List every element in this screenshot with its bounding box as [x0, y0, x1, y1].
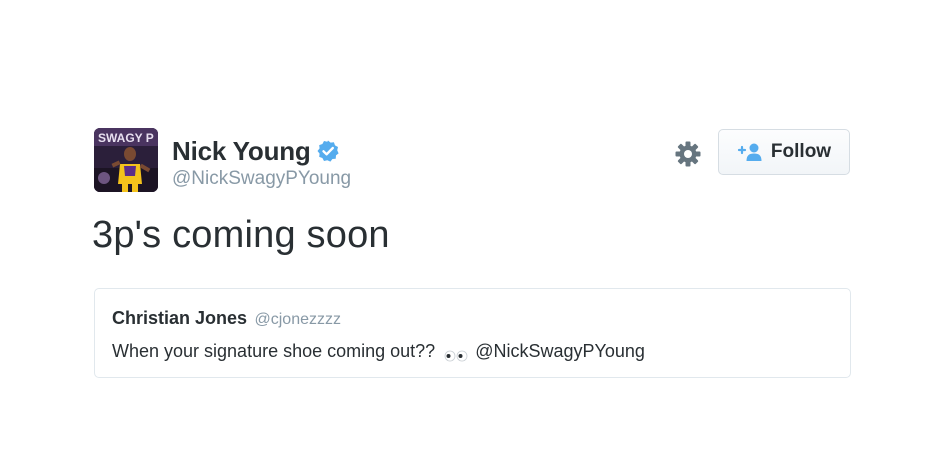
verified-badge-icon [316, 139, 340, 163]
avatar-photo: SWAGY P [94, 128, 158, 192]
quoted-mention[interactable]: @NickSwagyPYoung [475, 341, 645, 362]
quoted-text: When your signature shoe coming out?? [112, 341, 436, 361]
tweet-embed: SWAGY P Nick Young @NickSwagyPYoung Foll… [0, 0, 940, 470]
author-display-name[interactable]: Nick Young [172, 136, 311, 167]
avatar[interactable]: SWAGY P [94, 128, 158, 192]
author-handle[interactable]: @NickSwagyPYoung [172, 168, 351, 190]
add-user-icon [737, 142, 765, 162]
svg-text:SWAGY P: SWAGY P [98, 131, 154, 145]
quoted-tweet-card[interactable]: Christian Jones @cjonezzzz When your sig… [94, 288, 851, 378]
quoted-author-handle: @cjonezzzz [254, 311, 342, 328]
quoted-tweet-text: When your signature shoe coming out?? @N… [112, 341, 645, 362]
follow-label: Follow [770, 141, 832, 162]
tweet-text: 3p's coming soon [92, 214, 390, 256]
eyes-icon [443, 346, 469, 361]
follow-button[interactable]: Follow [718, 129, 850, 175]
quoted-tweet-header: Christian Jones @cjonezzzz [112, 308, 341, 329]
gear-icon[interactable] [674, 140, 702, 168]
quoted-author-name: Christian Jones [112, 308, 248, 328]
author-info: Nick Young @NickSwagyPYoung [172, 135, 351, 190]
